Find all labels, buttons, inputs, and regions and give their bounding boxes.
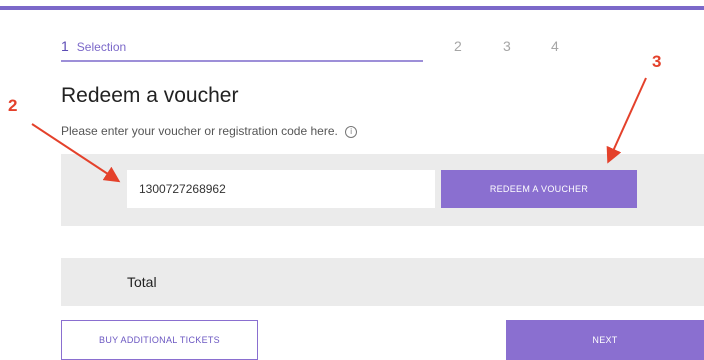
voucher-hint-text: Please enter your voucher or registratio… bbox=[61, 124, 338, 138]
buy-additional-tickets-button[interactable]: BUY ADDITIONAL TICKETS bbox=[61, 320, 258, 360]
step-3: 3 bbox=[503, 38, 511, 54]
info-icon[interactable]: i bbox=[345, 126, 358, 138]
next-button[interactable]: NEXT bbox=[506, 320, 704, 360]
total-label: Total bbox=[127, 274, 157, 290]
redeem-voucher-button[interactable]: REDEEM A VOUCHER bbox=[441, 170, 637, 208]
arrow-to-redeem-button bbox=[606, 77, 647, 164]
step-1-number: 1 bbox=[61, 38, 69, 54]
voucher-panel: REDEEM A VOUCHER bbox=[61, 154, 704, 226]
top-accent-bar bbox=[0, 6, 704, 10]
voucher-code-input[interactable] bbox=[127, 170, 435, 208]
step-4: 4 bbox=[551, 38, 559, 54]
annotation-3: 3 bbox=[652, 52, 662, 71]
page-title: Redeem a voucher bbox=[61, 84, 239, 107]
active-step-underline bbox=[61, 60, 423, 62]
step-1-label: Selection bbox=[76, 40, 127, 54]
voucher-hint: Please enter your voucher or registratio… bbox=[61, 124, 358, 138]
step-1[interactable]: 1 Selection bbox=[61, 38, 126, 56]
step-indicator: 1 Selection 2 3 4 bbox=[61, 38, 701, 64]
annotation-2: 2 bbox=[8, 96, 18, 115]
step-2: 2 bbox=[454, 38, 462, 54]
total-panel: Total bbox=[61, 258, 704, 306]
